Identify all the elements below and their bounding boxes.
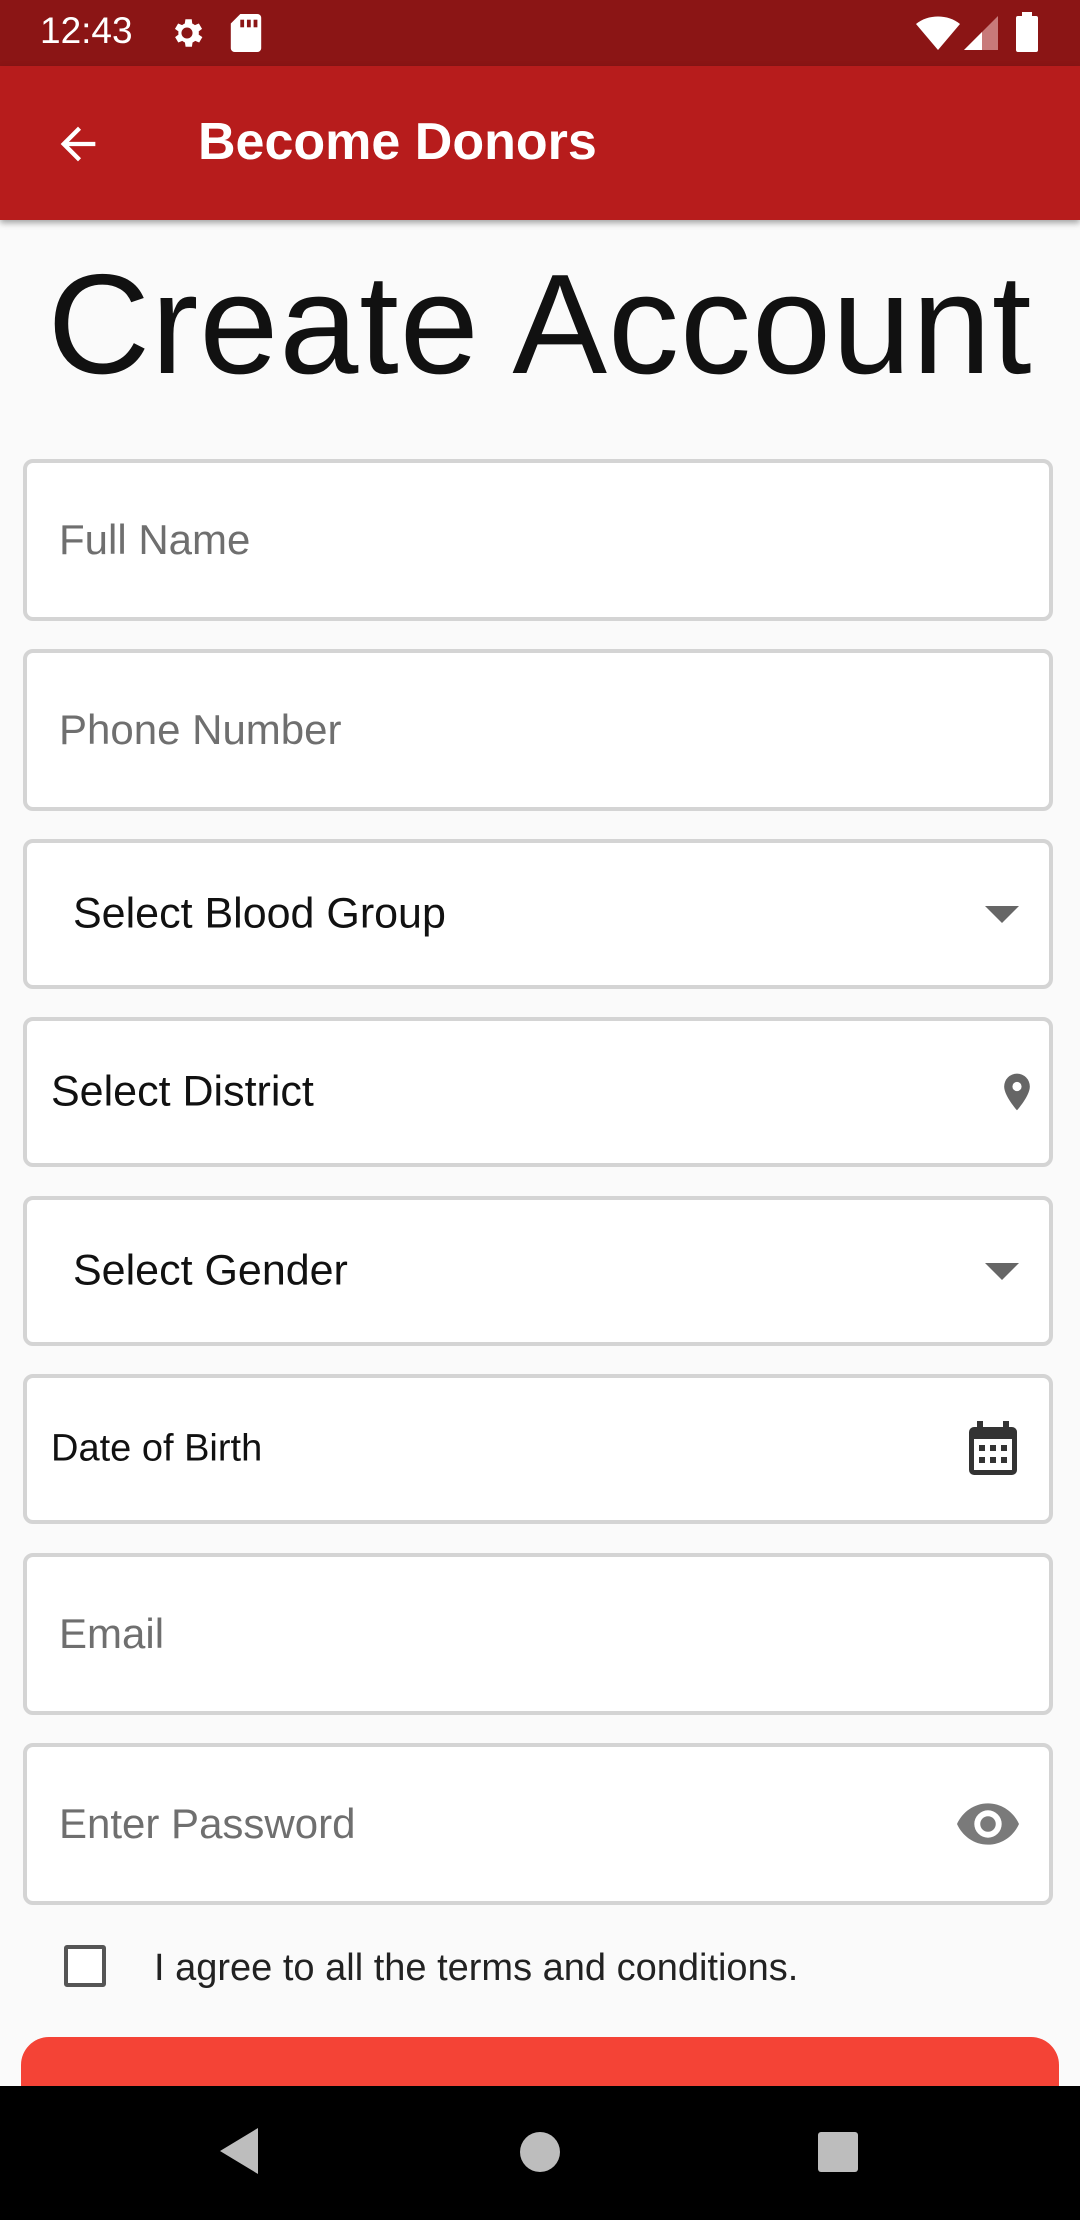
terms-label: I agree to all the terms and conditions.: [154, 1947, 799, 1989]
blood-group-label: Select Blood Group: [73, 889, 446, 938]
app-bar-title: Become Donors: [198, 113, 597, 171]
password-field[interactable]: Enter Password: [23, 1743, 1053, 1905]
chevron-down-icon: [985, 906, 1019, 923]
terms-checkbox[interactable]: [64, 1945, 106, 1987]
nav-home-icon[interactable]: [519, 2131, 561, 2173]
district-selector[interactable]: Select District: [23, 1017, 1053, 1167]
location-pin-icon[interactable]: [995, 1066, 1039, 1118]
date-of-birth-field[interactable]: Date of Birth: [23, 1374, 1053, 1524]
eye-icon[interactable]: [957, 1803, 1019, 1845]
system-nav-bar: [0, 2086, 1080, 2220]
nav-recents-icon[interactable]: [817, 2131, 859, 2173]
calendar-icon[interactable]: [967, 1421, 1019, 1477]
gear-icon: [174, 19, 203, 47]
district-label: Select District: [51, 1067, 314, 1116]
page-title: Create Account: [47, 245, 1033, 404]
gender-dropdown[interactable]: Select Gender: [23, 1196, 1053, 1346]
phone-number-field[interactable]: Phone Number: [23, 649, 1053, 811]
gender-label: Select Gender: [73, 1246, 348, 1295]
sd-card-icon: [230, 14, 262, 52]
email-field[interactable]: Email: [23, 1553, 1053, 1715]
nav-back-icon[interactable]: [218, 2126, 262, 2176]
email-placeholder: Email: [59, 1610, 165, 1657]
password-placeholder: Enter Password: [59, 1800, 356, 1847]
chevron-down-icon: [985, 1263, 1019, 1280]
wifi-icon: [916, 16, 960, 50]
full-name-placeholder: Full Name: [59, 516, 251, 563]
full-name-field[interactable]: Full Name: [23, 459, 1053, 621]
status-time: 12:43: [40, 10, 133, 51]
date-of-birth-label: Date of Birth: [51, 1427, 263, 1470]
arrow-back-icon[interactable]: [52, 118, 104, 170]
cell-signal-icon: [964, 16, 998, 50]
battery-icon: [1016, 12, 1038, 52]
app-bar: Become Donors: [0, 66, 1080, 220]
phone-number-placeholder: Phone Number: [59, 706, 342, 753]
status-bar: 12:43: [0, 0, 1080, 66]
blood-group-dropdown[interactable]: Select Blood Group: [23, 839, 1053, 989]
